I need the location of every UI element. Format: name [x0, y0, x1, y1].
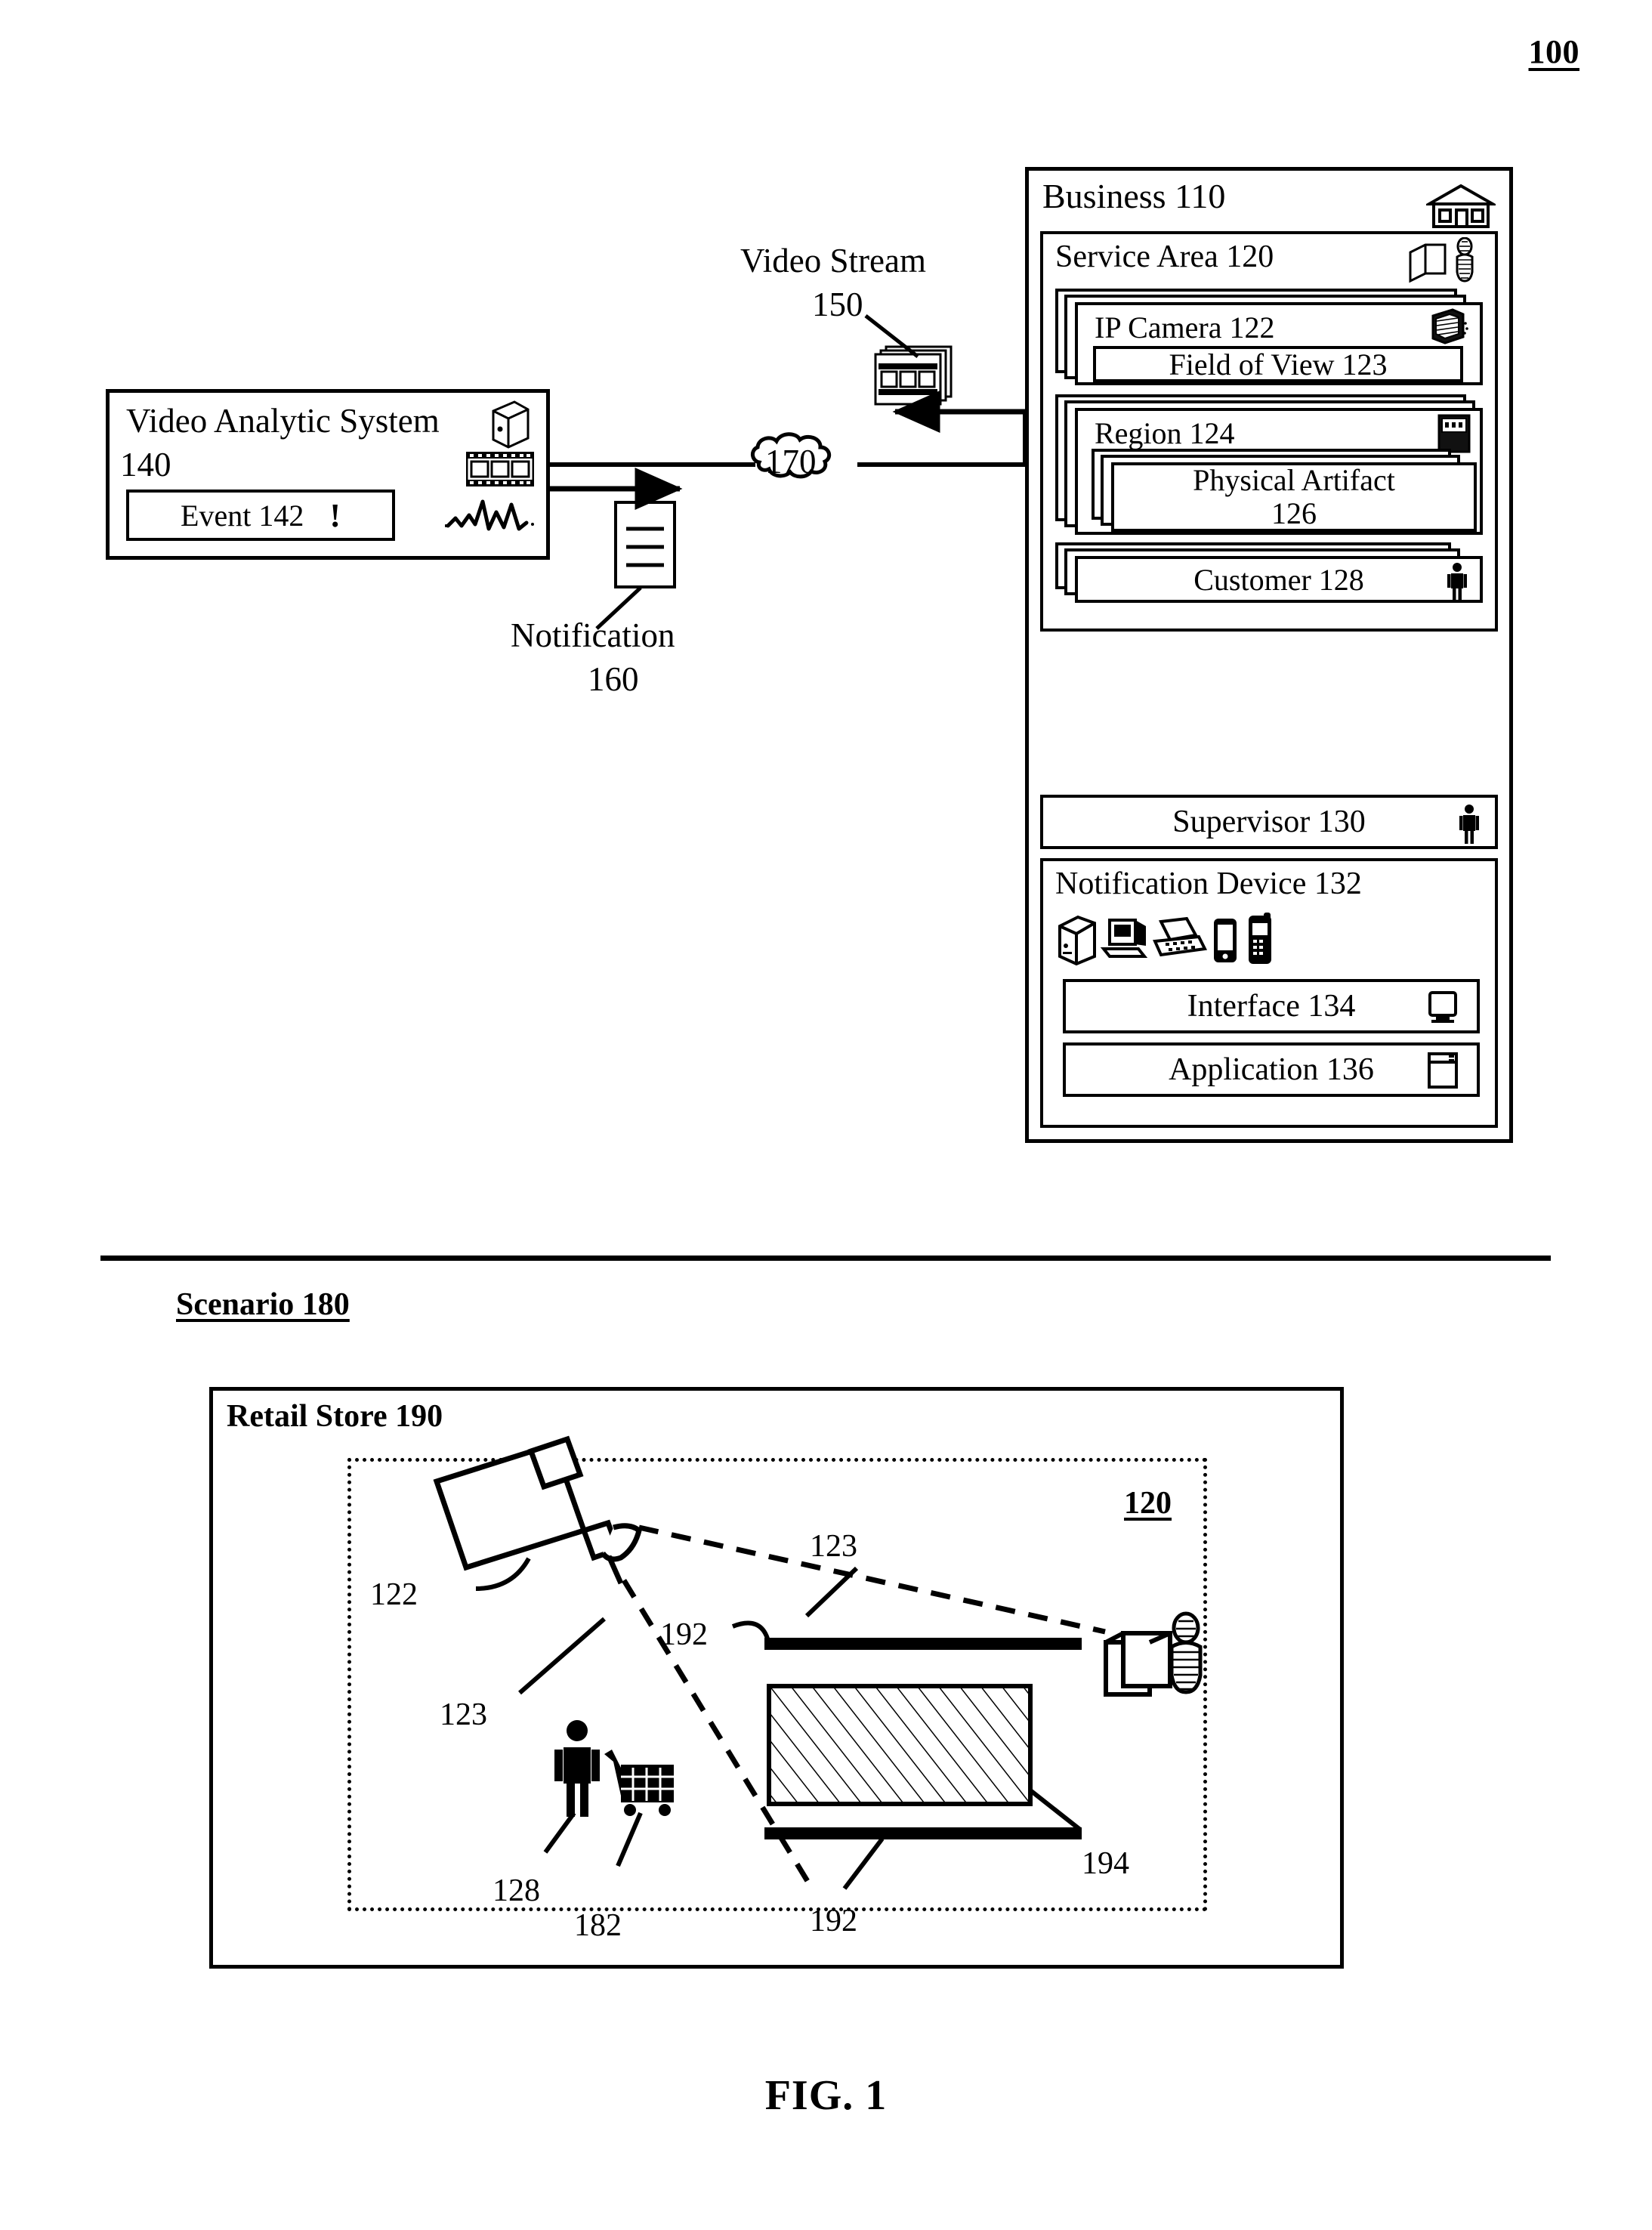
physical-artifact-ref: 126: [1271, 496, 1317, 530]
event-label: Event 142: [181, 498, 304, 533]
video-analytic-system-ref: 140: [120, 446, 171, 483]
application-label: Application 136: [1169, 1052, 1374, 1087]
notification-device-icon-row: [1055, 913, 1282, 971]
figure-caption: FIG. 1: [764, 2072, 888, 2119]
notification-device-title: Notification Device 132: [1055, 866, 1362, 901]
notification-ref: 160: [588, 660, 639, 698]
service-area-ref: 120: [1124, 1486, 1172, 1521]
physical-artifact-card: Physical Artifact 126: [1111, 462, 1477, 532]
ip-camera-card: IP Camera 122 Field of View 123: [1075, 302, 1483, 385]
supervisor-box: Supervisor 130: [1040, 795, 1498, 849]
mobile-phone-icon: [1249, 913, 1271, 964]
service-area-icons: [1406, 236, 1484, 288]
service-area-dotted-boundary: [347, 1458, 1207, 1911]
interface-row: Interface 134: [1063, 979, 1480, 1033]
desktop-computer-icon: [1100, 919, 1148, 958]
section-divider: [100, 1256, 1551, 1261]
physical-artifact-stack: Physical Artifact 126: [1092, 449, 1477, 532]
region-card-stack: Region 124 Physical Artifact 126: [1055, 394, 1483, 535]
security-camera-icon: [1427, 308, 1469, 350]
region-card: Region 124 Physical Artifact 126: [1075, 408, 1483, 535]
customer-card: Customer 128: [1075, 556, 1483, 603]
network-cloud-ref: 170: [765, 443, 817, 480]
retail-store-title: Retail Store 190: [227, 1399, 443, 1434]
person-standing-icon: [1456, 236, 1474, 283]
service-area-title: Service Area 120: [1055, 239, 1274, 274]
notification-device-box: Notification Device 132 Interface 134 Ap…: [1040, 858, 1498, 1128]
event-box: Event 142 !: [126, 490, 395, 541]
server-icon: [487, 400, 530, 452]
physical-artifact-label: Physical Artifact: [1193, 463, 1395, 497]
document-icon: [613, 500, 677, 593]
film-frames-icon: [872, 344, 956, 414]
business-title: Business 110: [1042, 177, 1226, 215]
video-analytic-system-box: Video Analytic System 140 Event 142 !: [106, 389, 550, 560]
patent-figure-page: 100 Video Analytic System 140 Event 142 …: [0, 0, 1652, 2230]
supervisor-label: Supervisor 130: [1172, 805, 1366, 839]
service-area-box: Service Area 120 IP Camera 122 Field of …: [1040, 231, 1498, 632]
pda-icon: [1214, 919, 1237, 962]
notification-label: Notification: [511, 616, 675, 654]
region-title: Region 124: [1095, 416, 1235, 450]
customer-card-stack: Customer 128: [1055, 542, 1483, 612]
shelf-icon: [1409, 243, 1447, 283]
film-strip-icon: [465, 451, 535, 490]
ip-camera-title: IP Camera 122: [1095, 310, 1275, 344]
tower-server-icon: [1058, 915, 1096, 966]
interface-label: Interface 134: [1187, 989, 1356, 1024]
ip-camera-card-stack: IP Camera 122 Field of View 123: [1055, 289, 1483, 385]
alert-icon: !: [329, 496, 341, 534]
scenario-label: Scenario 180: [176, 1287, 350, 1322]
window-icon: [1427, 1052, 1459, 1097]
video-stream-label: Video Stream: [740, 242, 926, 280]
monitor-icon: [1427, 991, 1459, 1032]
person-icon: [1459, 804, 1480, 848]
application-row: Application 136: [1063, 1042, 1480, 1097]
figure-number: 100: [1528, 33, 1579, 70]
waveform-icon: [444, 496, 536, 540]
house-icon: [1423, 184, 1499, 233]
person-icon: [1447, 562, 1468, 605]
video-analytic-system-title: Video Analytic System: [126, 402, 440, 440]
video-stream-ref: 150: [812, 286, 863, 323]
field-of-view-box: Field of View 123: [1093, 346, 1463, 382]
laptop-icon: [1153, 916, 1208, 957]
customer-label: Customer 128: [1193, 562, 1364, 597]
